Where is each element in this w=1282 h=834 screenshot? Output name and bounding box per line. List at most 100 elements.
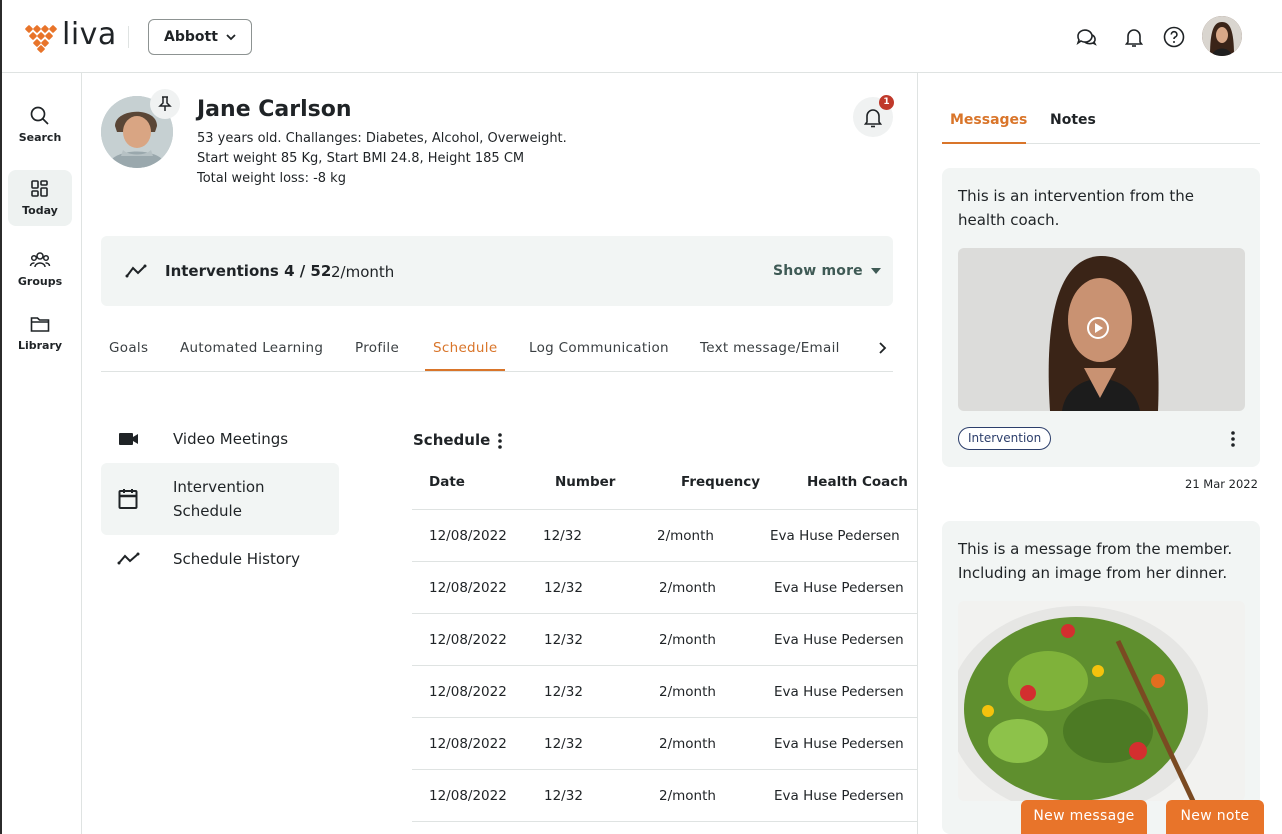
nav-item-search[interactable]: Search bbox=[8, 97, 72, 153]
cell-number: 12/32 bbox=[543, 528, 582, 544]
main-content: Jane Carlson 53 years old. Challanges: D… bbox=[82, 73, 918, 834]
cell-health-coach: Eva Huse Pedersen bbox=[774, 580, 904, 596]
cell-health-coach: Eva Huse Pedersen bbox=[774, 788, 904, 804]
column-header-date[interactable]: Date bbox=[429, 474, 465, 490]
cell-number: 12/32 bbox=[544, 788, 583, 804]
groups-icon bbox=[29, 252, 51, 268]
video-thumbnail[interactable] bbox=[958, 248, 1245, 411]
active-tab-indicator bbox=[425, 369, 505, 371]
message-text: This is an intervention from the bbox=[958, 187, 1194, 205]
new-message-button[interactable]: New message bbox=[1021, 800, 1147, 834]
table-row[interactable]: 12/08/2022 12/32 2/month Eva Huse Peders… bbox=[412, 509, 918, 561]
video-camera-icon bbox=[119, 433, 138, 445]
menu-label: Intervention bbox=[173, 478, 265, 496]
tab-notes[interactable]: Notes bbox=[1050, 112, 1096, 128]
new-note-button[interactable]: New note bbox=[1166, 800, 1264, 834]
top-header: liva Abbott bbox=[2, 0, 1282, 73]
chevron-down-icon bbox=[226, 34, 236, 41]
header-divider bbox=[128, 26, 129, 48]
bell-icon[interactable] bbox=[1122, 25, 1146, 49]
message-text: This is a message from the member. bbox=[958, 540, 1233, 558]
column-header-frequency[interactable]: Frequency bbox=[681, 474, 760, 490]
tab-text-message-email[interactable]: Text message/Email bbox=[700, 340, 840, 356]
intervention-tag: Intervention bbox=[958, 427, 1052, 450]
chat-icon[interactable] bbox=[1074, 25, 1098, 49]
menu-schedule-history[interactable]: Schedule History bbox=[101, 539, 339, 579]
cell-frequency: 2/month bbox=[659, 736, 716, 752]
menu-label: Schedule History bbox=[173, 550, 301, 568]
nav-item-label: Library bbox=[17, 339, 63, 352]
cell-number: 12/32 bbox=[544, 684, 583, 700]
table-row[interactable]: 12/08/2022 12/32 2/month Eva Huse Peders… bbox=[412, 561, 918, 613]
table-row-divider bbox=[412, 821, 918, 834]
menu-video-meetings[interactable]: Video Meetings bbox=[101, 419, 339, 459]
tab-goals[interactable]: Goals bbox=[109, 340, 148, 356]
logo-mark-icon bbox=[24, 20, 58, 54]
tab-automated-learning[interactable]: Automated Learning bbox=[180, 340, 323, 356]
cell-date: 12/08/2022 bbox=[429, 684, 507, 700]
folder-icon bbox=[30, 317, 50, 332]
cell-number: 12/32 bbox=[544, 580, 583, 596]
table-row[interactable]: 12/08/2022 12/32 2/month Eva Huse Peders… bbox=[412, 665, 918, 717]
message-card-member[interactable]: This is a message from the member. Inclu… bbox=[942, 521, 1260, 834]
pin-button[interactable] bbox=[150, 89, 180, 119]
member-name: Jane Carlson bbox=[197, 97, 352, 122]
cell-number: 12/32 bbox=[544, 632, 583, 648]
more-vertical-icon[interactable] bbox=[497, 432, 503, 450]
tab-profile[interactable]: Profile bbox=[355, 340, 399, 356]
column-header-number[interactable]: Number bbox=[555, 474, 615, 490]
member-tabs: Goals Automated Learning Profile Schedul… bbox=[101, 331, 893, 372]
tab-log-communication[interactable]: Log Communication bbox=[529, 340, 669, 356]
trend-line-icon bbox=[125, 264, 147, 278]
tab-schedule[interactable]: Schedule bbox=[433, 340, 497, 356]
nav-item-library[interactable]: Library bbox=[8, 305, 72, 361]
left-navigation: Search Today Groups Library bbox=[2, 73, 82, 834]
caret-down-icon[interactable] bbox=[871, 268, 881, 274]
cell-frequency: 2/month bbox=[657, 528, 714, 544]
right-panel: Messages Notes This is an intervention f… bbox=[918, 73, 1282, 834]
calendar-icon bbox=[118, 489, 138, 509]
cell-frequency: 2/month bbox=[659, 788, 716, 804]
table-row[interactable]: 12/08/2022 12/32 2/month Eva Huse Peders… bbox=[412, 613, 918, 665]
nav-item-today[interactable]: Today bbox=[8, 170, 72, 226]
message-card-intervention[interactable]: This is an intervention from the health … bbox=[942, 168, 1260, 467]
cell-health-coach: Eva Huse Pedersen bbox=[774, 684, 904, 700]
chevron-right-icon[interactable] bbox=[877, 341, 889, 355]
cell-date: 12/08/2022 bbox=[429, 528, 507, 544]
cell-number: 12/32 bbox=[544, 736, 583, 752]
cell-health-coach: Eva Huse Pedersen bbox=[774, 736, 904, 752]
panel-tabs: Messages Notes bbox=[942, 103, 1260, 144]
interventions-frequency: 2/month bbox=[331, 263, 395, 281]
menu-intervention-schedule[interactable]: Intervention Schedule bbox=[101, 463, 339, 535]
message-text: Including an image from her dinner. bbox=[958, 564, 1228, 582]
column-header-health-coach[interactable]: Health Coach bbox=[807, 474, 908, 490]
message-text: health coach. bbox=[958, 211, 1060, 229]
nav-item-label: Groups bbox=[17, 275, 63, 288]
dinner-photo[interactable] bbox=[958, 601, 1245, 801]
show-more-button[interactable]: Show more bbox=[773, 263, 863, 279]
table-row[interactable]: 12/08/2022 12/32 2/month Eva Huse Peders… bbox=[412, 769, 918, 821]
help-icon[interactable] bbox=[1162, 25, 1186, 49]
cell-frequency: 2/month bbox=[659, 580, 716, 596]
cell-health-coach: Eva Huse Pedersen bbox=[774, 632, 904, 648]
trend-line-icon bbox=[117, 552, 140, 565]
tab-messages[interactable]: Messages bbox=[950, 112, 1027, 128]
nav-item-groups[interactable]: Groups bbox=[8, 241, 72, 297]
cell-health-coach: Eva Huse Pedersen bbox=[770, 528, 900, 544]
member-info-line: 53 years old. Challanges: Diabetes, Alco… bbox=[197, 131, 567, 146]
table-row[interactable]: 12/08/2022 12/32 2/month Eva Huse Peders… bbox=[412, 717, 918, 769]
cell-date: 12/08/2022 bbox=[429, 580, 507, 596]
organization-select[interactable]: Abbott bbox=[148, 19, 252, 55]
cell-frequency: 2/month bbox=[659, 632, 716, 648]
liva-logo[interactable]: liva bbox=[24, 17, 117, 54]
member-info-line: Total weight loss: -8 kg bbox=[197, 171, 346, 186]
member-info-line: Start weight 85 Kg, Start BMI 24.8, Heig… bbox=[197, 151, 525, 166]
cell-frequency: 2/month bbox=[659, 684, 716, 700]
user-avatar[interactable] bbox=[1202, 16, 1242, 56]
notification-badge: 1 bbox=[879, 95, 894, 110]
logo-text: liva bbox=[62, 17, 117, 52]
more-vertical-icon[interactable] bbox=[1230, 430, 1236, 448]
interventions-summary: Interventions 4 / 52 2/month Show more bbox=[101, 236, 893, 306]
interventions-count: Interventions 4 / 52 bbox=[165, 262, 332, 280]
nav-item-label: Search bbox=[18, 131, 62, 144]
